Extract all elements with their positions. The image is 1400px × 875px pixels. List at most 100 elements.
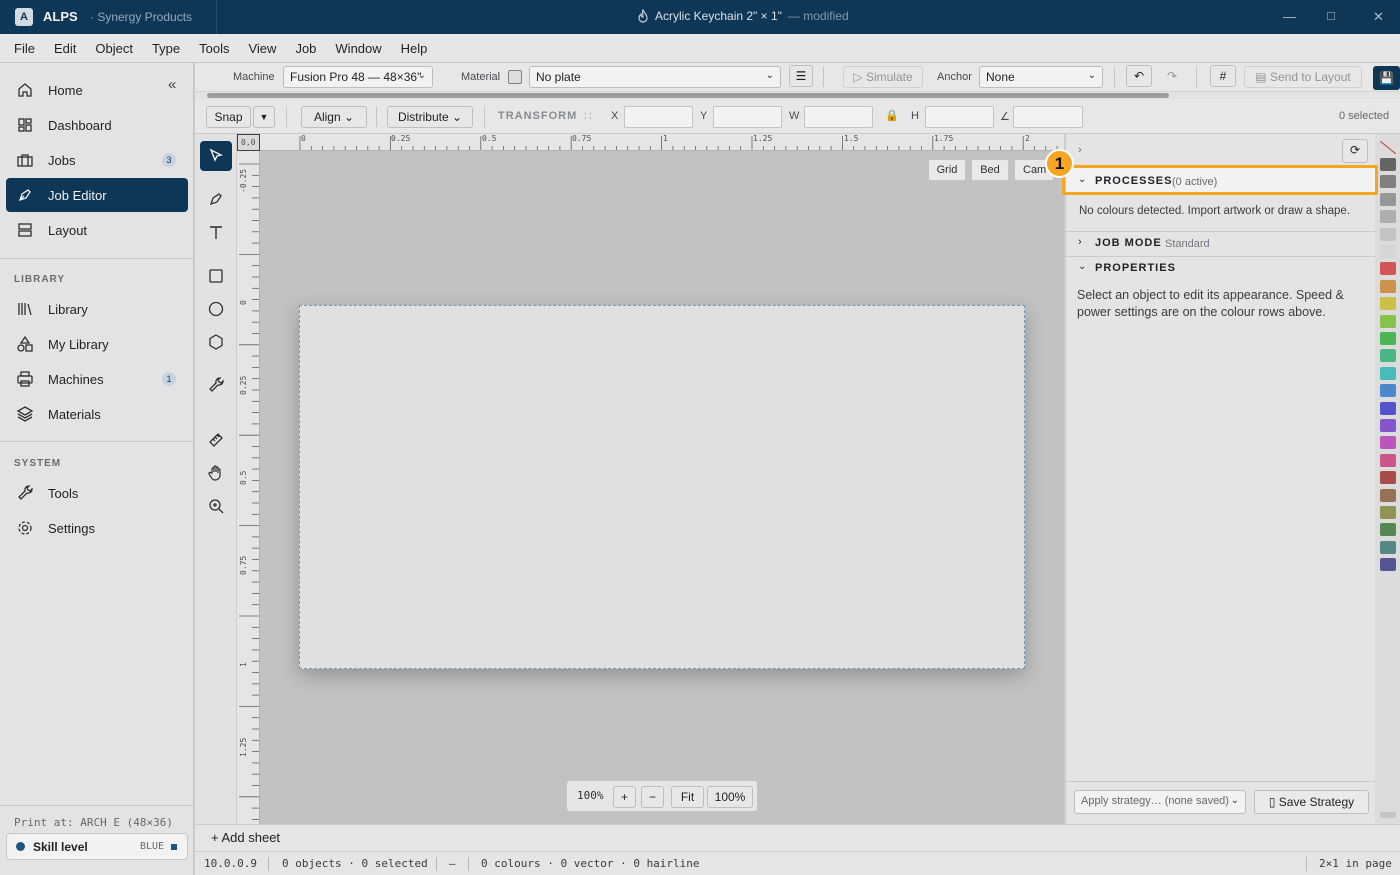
color-swatch[interactable] (1380, 349, 1396, 363)
zoom-in-button[interactable]: + (613, 786, 636, 808)
sidebar-item-my-library[interactable]: My Library (6, 327, 188, 361)
grid-view-button[interactable]: Grid (928, 159, 966, 181)
save-strategy-button[interactable]: ▯ Save Strategy (1254, 790, 1369, 814)
sidebar-item-library[interactable]: Library (6, 292, 188, 326)
swatch-scroll[interactable] (1380, 812, 1396, 818)
material-swatch[interactable] (508, 70, 522, 84)
color-swatch[interactable] (1380, 366, 1396, 380)
menu-type[interactable]: Type (152, 41, 180, 56)
vertical-ruler[interactable]: -0.25 0 0.25 0.5 0.75 1 1.25 (237, 151, 260, 824)
sidebar-item-dashboard[interactable]: Dashboard (6, 108, 188, 142)
color-swatch[interactable] (1380, 384, 1396, 398)
add-sheet-button[interactable]: + Add sheet (211, 830, 280, 845)
sidebar-item-tools[interactable]: Tools (6, 476, 188, 510)
color-swatch[interactable] (1380, 158, 1396, 171)
close-icon[interactable]: ✕ (1373, 9, 1384, 25)
menu-file[interactable]: File (14, 41, 35, 56)
color-swatch[interactable] (1380, 506, 1396, 519)
y-input[interactable] (713, 106, 782, 128)
expand-panel-icon[interactable]: › (1078, 144, 1082, 156)
zoom-out-button[interactable]: − (641, 786, 664, 808)
rectangle-tool[interactable] (200, 261, 232, 291)
sidebar-item-settings[interactable]: Settings (6, 511, 188, 545)
sidebar-item-machines[interactable]: Machines 1 (6, 362, 188, 396)
minimize-icon[interactable]: — (1283, 9, 1296, 24)
color-swatch[interactable] (1380, 523, 1396, 537)
anchor-grid-icon[interactable]: ∷ (584, 108, 601, 125)
w-input[interactable] (804, 106, 873, 128)
design-sheet[interactable] (299, 305, 1025, 669)
color-swatch[interactable] (1380, 488, 1396, 502)
angle-input[interactable] (1013, 106, 1083, 128)
zoom-fit-button[interactable]: Fit (671, 786, 704, 808)
sidebar-item-materials[interactable]: Materials (6, 397, 188, 431)
color-swatch[interactable] (1380, 401, 1396, 415)
ruler-corner[interactable]: 0,0 (237, 134, 260, 151)
color-swatch[interactable] (1380, 436, 1396, 450)
color-swatch[interactable] (1380, 453, 1396, 467)
skill-level-control[interactable]: Skill level BLUE (6, 833, 188, 860)
color-swatch[interactable] (1380, 175, 1396, 189)
bed-view-button[interactable]: Bed (971, 159, 1009, 181)
menu-job[interactable]: Job (295, 41, 316, 56)
material-settings-button[interactable]: ☰ (789, 65, 813, 87)
polygon-tool[interactable] (200, 327, 232, 357)
apply-strategy-select[interactable]: Apply strategy… (none saved) ⌄ (1074, 790, 1246, 814)
sidebar-item-home[interactable]: Home (6, 73, 188, 107)
menu-edit[interactable]: Edit (54, 41, 76, 56)
zoom-actual-button[interactable]: 100% (707, 786, 753, 808)
distribute-button[interactable]: Distribute ⌄ (387, 106, 473, 128)
color-swatch[interactable] (1380, 471, 1396, 485)
properties-header[interactable]: ⌄ PROPERTIES (1066, 257, 1376, 281)
snap-button[interactable]: Snap (206, 106, 251, 128)
refresh-button[interactable]: ⟳ (1342, 139, 1368, 163)
machine-select[interactable]: Fusion Pro 48 — 48×36" ⌄ (283, 66, 433, 88)
toolbar-scrollbar[interactable] (195, 92, 1400, 99)
menu-view[interactable]: View (248, 41, 276, 56)
color-swatch[interactable] (1380, 540, 1396, 554)
color-swatch[interactable] (1380, 245, 1396, 258)
simulate-button[interactable]: ▷ Simulate (843, 66, 923, 88)
redo-button[interactable]: ↷ (1159, 65, 1185, 87)
ellipse-tool[interactable] (200, 294, 232, 324)
horizontal-ruler[interactable]: 0 0.25 0.5 0.75 1 1.25 1.5 1.75 2 (260, 134, 1064, 151)
wrench-tool[interactable] (200, 370, 232, 400)
color-swatch[interactable] (1380, 262, 1396, 276)
select-tool[interactable] (200, 141, 232, 171)
x-input[interactable] (624, 106, 693, 128)
color-swatch[interactable] (1380, 558, 1396, 572)
job-mode-header[interactable]: › JOB MODE Standard (1066, 232, 1376, 256)
anchor-select[interactable]: None ⌄ (979, 66, 1103, 88)
sidebar-item-layout[interactable]: Layout (6, 213, 188, 247)
align-button[interactable]: Align ⌄ (301, 106, 367, 128)
scrollbar-thumb[interactable] (207, 93, 1169, 98)
measure-tool[interactable] (200, 425, 232, 455)
sidebar-item-job-editor[interactable]: Job Editor (6, 178, 188, 212)
undo-button[interactable]: ↶ (1126, 65, 1152, 87)
snap-options-button[interactable]: ▼ (253, 106, 275, 128)
grid-toggle-button[interactable]: # (1210, 65, 1236, 87)
h-input[interactable] (925, 106, 994, 128)
color-swatch[interactable] (1380, 227, 1396, 241)
color-swatch[interactable] (1380, 297, 1396, 311)
save-button[interactable]: 💾 (1373, 66, 1400, 90)
color-swatch[interactable] (1380, 332, 1396, 345)
sidebar-item-jobs[interactable]: Jobs 3 (6, 143, 188, 177)
color-swatch[interactable] (1380, 419, 1396, 432)
material-select[interactable]: No plate ⌄ (529, 66, 781, 88)
menu-help[interactable]: Help (401, 41, 428, 56)
text-tool[interactable] (200, 218, 232, 248)
color-swatch[interactable] (1380, 279, 1396, 293)
pan-tool[interactable] (200, 458, 232, 488)
pen-tool[interactable] (200, 184, 232, 214)
color-swatch[interactable] (1380, 192, 1396, 206)
menu-object[interactable]: Object (95, 41, 133, 56)
no-color-swatch[interactable] (1379, 140, 1397, 155)
send-to-layout-button[interactable]: ▤ Send to Layout (1244, 66, 1362, 88)
menu-tools[interactable]: Tools (199, 41, 229, 56)
color-swatch[interactable] (1380, 314, 1396, 328)
color-swatch[interactable] (1380, 210, 1396, 224)
zoom-tool[interactable] (200, 491, 232, 521)
maximize-icon[interactable]: □ (1327, 8, 1335, 23)
lock-ratio-icon[interactable]: 🔒 (885, 109, 899, 122)
